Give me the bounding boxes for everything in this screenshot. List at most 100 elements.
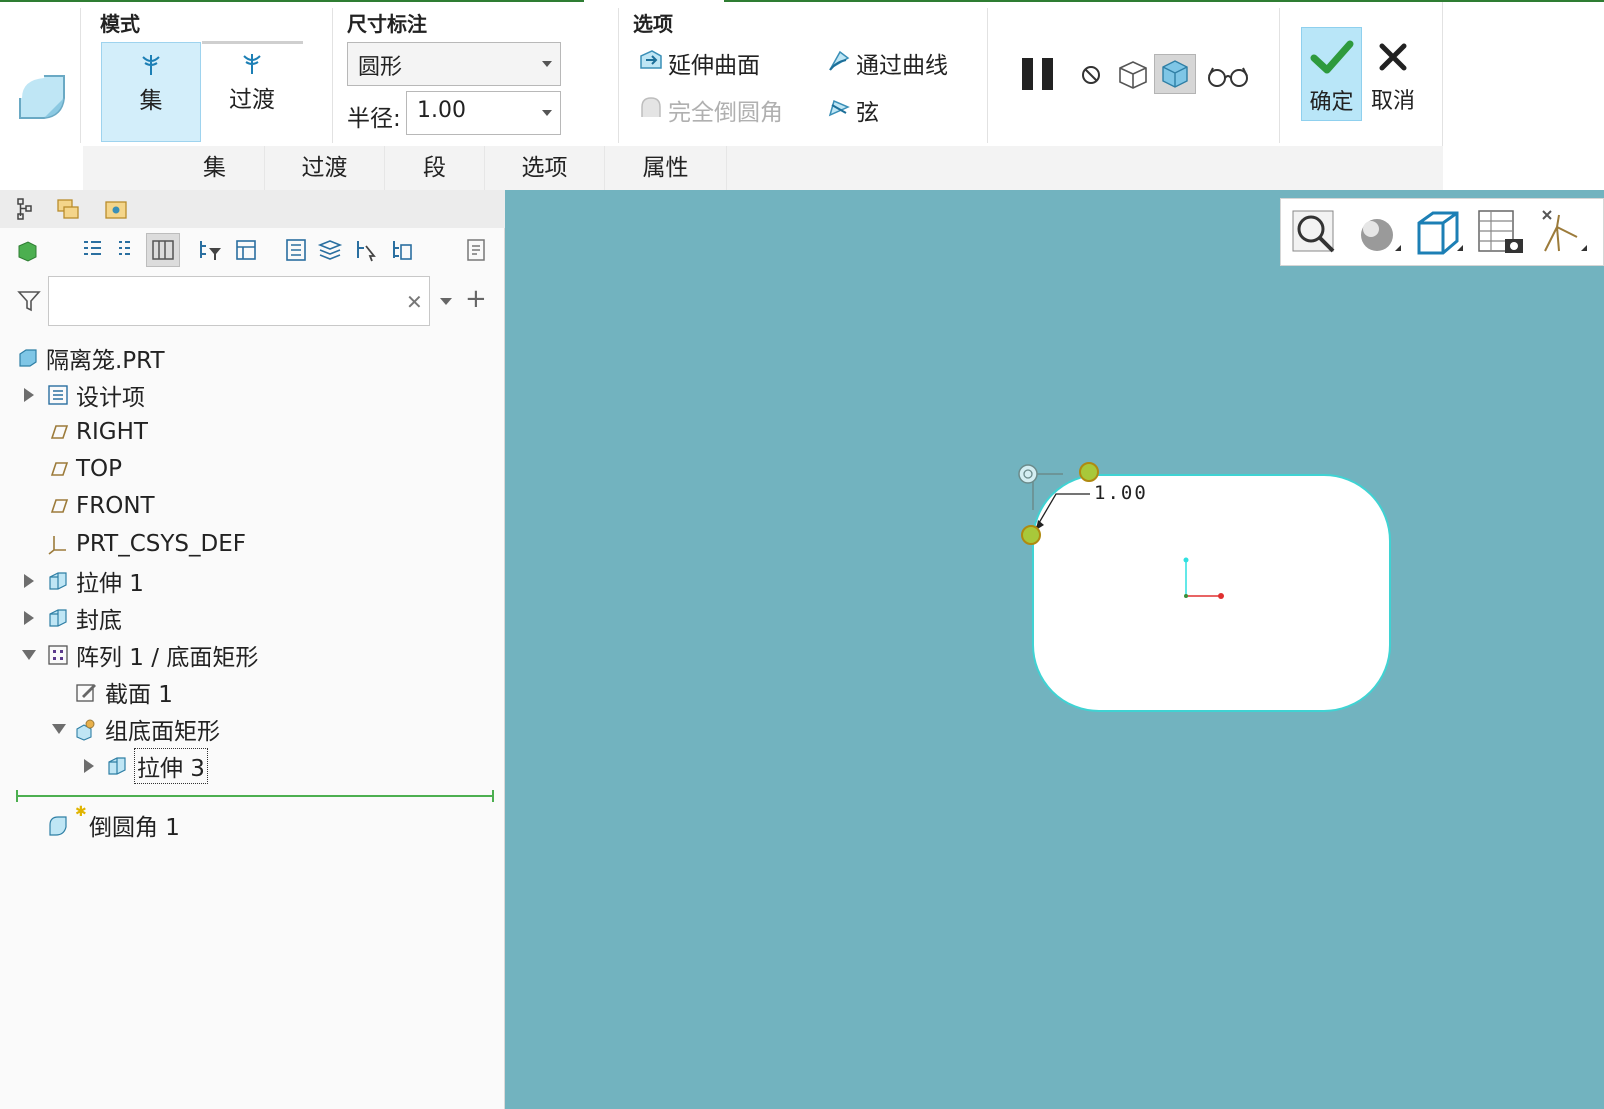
model-tree-tab[interactable] bbox=[12, 194, 42, 224]
tab-set[interactable]: 集 bbox=[165, 146, 265, 190]
sketch-icon bbox=[76, 684, 96, 702]
expand-arrow-icon[interactable] bbox=[24, 611, 34, 625]
full-round-label: 完全倒圆角 bbox=[668, 100, 783, 126]
extend-surface-label: 延伸曲面 bbox=[668, 53, 760, 79]
add-filter-icon[interactable]: + bbox=[465, 284, 487, 314]
expand-arrow-icon[interactable] bbox=[24, 388, 34, 402]
graphics-viewport[interactable]: 1.00 bbox=[505, 190, 1604, 1109]
set-icon bbox=[138, 51, 164, 81]
radius-dimension-text[interactable]: 1.00 bbox=[1094, 482, 1148, 504]
shaded-preview-button[interactable] bbox=[1154, 54, 1196, 94]
chord-icon bbox=[826, 95, 852, 125]
favorites-tab[interactable] bbox=[101, 194, 131, 224]
tree-item-front-plane[interactable]: FRONT bbox=[0, 488, 505, 524]
close-icon bbox=[1379, 43, 1407, 71]
tab-transition[interactable]: 过渡 bbox=[265, 146, 385, 190]
csys-icon bbox=[48, 536, 66, 555]
model-tree-toolbar bbox=[0, 228, 505, 272]
group-title-mode: 模式 bbox=[100, 12, 140, 36]
tree-item-extrude-3[interactable]: 拉伸 3 bbox=[0, 748, 505, 784]
radius-input[interactable]: 1.00 bbox=[406, 91, 561, 135]
collapse-all-icon bbox=[119, 241, 130, 255]
drag-handle[interactable] bbox=[1021, 525, 1041, 545]
no-preview-button[interactable] bbox=[1080, 64, 1102, 86]
expand-arrow-icon[interactable] bbox=[24, 574, 34, 588]
full-round-icon bbox=[638, 95, 664, 125]
tree-item-bottom-seal[interactable]: 封底 bbox=[0, 600, 505, 636]
chevron-down-icon bbox=[542, 110, 552, 116]
extrude-icon bbox=[49, 572, 67, 590]
csys-axis-tip bbox=[1183, 557, 1189, 563]
show-details-button[interactable] bbox=[282, 236, 310, 264]
separator bbox=[1279, 8, 1280, 143]
shape-dropdown[interactable]: 圆形 bbox=[347, 42, 561, 86]
verify-preview-button[interactable] bbox=[1206, 62, 1250, 90]
tree-columns-button[interactable] bbox=[146, 233, 180, 267]
tree-item-part[interactable]: 隔离笼.PRT bbox=[0, 340, 505, 376]
notes-button[interactable] bbox=[462, 236, 490, 264]
pattern-icon bbox=[48, 645, 68, 665]
tree-search-row: ✕ + bbox=[0, 276, 505, 328]
tab-properties[interactable]: 属性 bbox=[605, 146, 727, 190]
tree-item-pattern-1[interactable]: 阵列 1 / 底面矩形 bbox=[0, 637, 505, 673]
round-set-handle-icon[interactable] bbox=[1018, 464, 1038, 484]
tree-item-group[interactable]: 组底面矩形 bbox=[0, 711, 505, 747]
group-icon bbox=[76, 719, 95, 741]
tree-search-input[interactable] bbox=[48, 276, 430, 326]
expand-all-button[interactable] bbox=[78, 236, 106, 264]
tree-item-extrude-1[interactable]: 拉伸 1 bbox=[0, 563, 505, 599]
creo-round-feature-window: 模式 集 过渡 尺寸标注 圆形 半径: 1.00 选项 延伸曲面 通过曲线 完全… bbox=[0, 0, 1604, 1109]
transition-mode-button[interactable]: 过渡 bbox=[202, 42, 302, 142]
datum-plane-icon bbox=[50, 499, 69, 513]
extend-surface-option[interactable]: 延伸曲面 bbox=[638, 46, 760, 80]
round-icon bbox=[49, 816, 67, 836]
tree-item-round-1[interactable]: ✱ 倒圆角 1 bbox=[0, 804, 505, 843]
find-icon bbox=[357, 241, 376, 262]
tab-segments[interactable]: 段 bbox=[385, 146, 485, 190]
pause-button[interactable] bbox=[1020, 56, 1056, 92]
insert-here-indicator[interactable] bbox=[16, 790, 494, 802]
dashboard-tab-bar: 集 过渡 段 选项 属性 bbox=[83, 146, 1443, 190]
expand-arrow-icon[interactable] bbox=[84, 759, 94, 773]
ok-button[interactable]: 确定 bbox=[1301, 27, 1362, 121]
rounded-rectangle-face[interactable] bbox=[1032, 474, 1391, 712]
tree-item-top-plane[interactable]: TOP bbox=[0, 451, 505, 487]
clear-search-icon[interactable]: ✕ bbox=[406, 290, 423, 314]
chevron-down-icon[interactable] bbox=[440, 298, 452, 305]
tree-settings-icon bbox=[236, 240, 256, 260]
glasses-icon bbox=[1208, 67, 1248, 87]
tab-options[interactable]: 选项 bbox=[485, 146, 605, 190]
cancel-label: 取消 bbox=[1370, 89, 1415, 114]
through-curve-icon bbox=[826, 48, 852, 78]
chord-option[interactable]: 弦 bbox=[826, 93, 879, 127]
layer-tree-button[interactable] bbox=[316, 236, 344, 264]
collapse-arrow-icon[interactable] bbox=[22, 650, 36, 660]
tree-item-design-items[interactable]: 设计项 bbox=[0, 377, 505, 413]
navigator-tabs bbox=[0, 190, 505, 228]
separator bbox=[618, 8, 619, 143]
geometry-preview-button[interactable] bbox=[1116, 58, 1150, 92]
tree-options-icon bbox=[393, 241, 412, 260]
show-button[interactable] bbox=[14, 236, 42, 264]
collapse-arrow-icon[interactable] bbox=[52, 724, 66, 734]
extrude-icon bbox=[108, 757, 126, 775]
tree-item-right-plane[interactable]: RIGHT bbox=[0, 414, 505, 450]
cancel-button[interactable]: 取消 bbox=[1365, 27, 1421, 121]
through-curve-option[interactable]: 通过曲线 bbox=[826, 46, 948, 80]
through-curve-label: 通过曲线 bbox=[856, 53, 948, 79]
notes-icon bbox=[467, 239, 485, 261]
tree-options-button[interactable] bbox=[388, 236, 416, 264]
drag-handle[interactable] bbox=[1079, 462, 1099, 482]
tree-settings-button[interactable] bbox=[232, 236, 260, 264]
group-title-options: 选项 bbox=[633, 12, 673, 36]
find-button[interactable] bbox=[352, 236, 380, 264]
tree-filter-button[interactable] bbox=[196, 236, 224, 264]
details-icon bbox=[286, 239, 306, 261]
set-mode-button[interactable]: 集 bbox=[101, 42, 201, 142]
folder-browser-tab[interactable] bbox=[54, 194, 84, 224]
tree-item-section-1[interactable]: 截面 1 bbox=[0, 674, 505, 710]
tree-item-csys[interactable]: PRT_CSYS_DEF bbox=[0, 526, 505, 562]
separator bbox=[987, 8, 988, 143]
collapse-all-button[interactable] bbox=[110, 236, 138, 264]
new-feature-star-icon: ✱ bbox=[75, 804, 87, 820]
